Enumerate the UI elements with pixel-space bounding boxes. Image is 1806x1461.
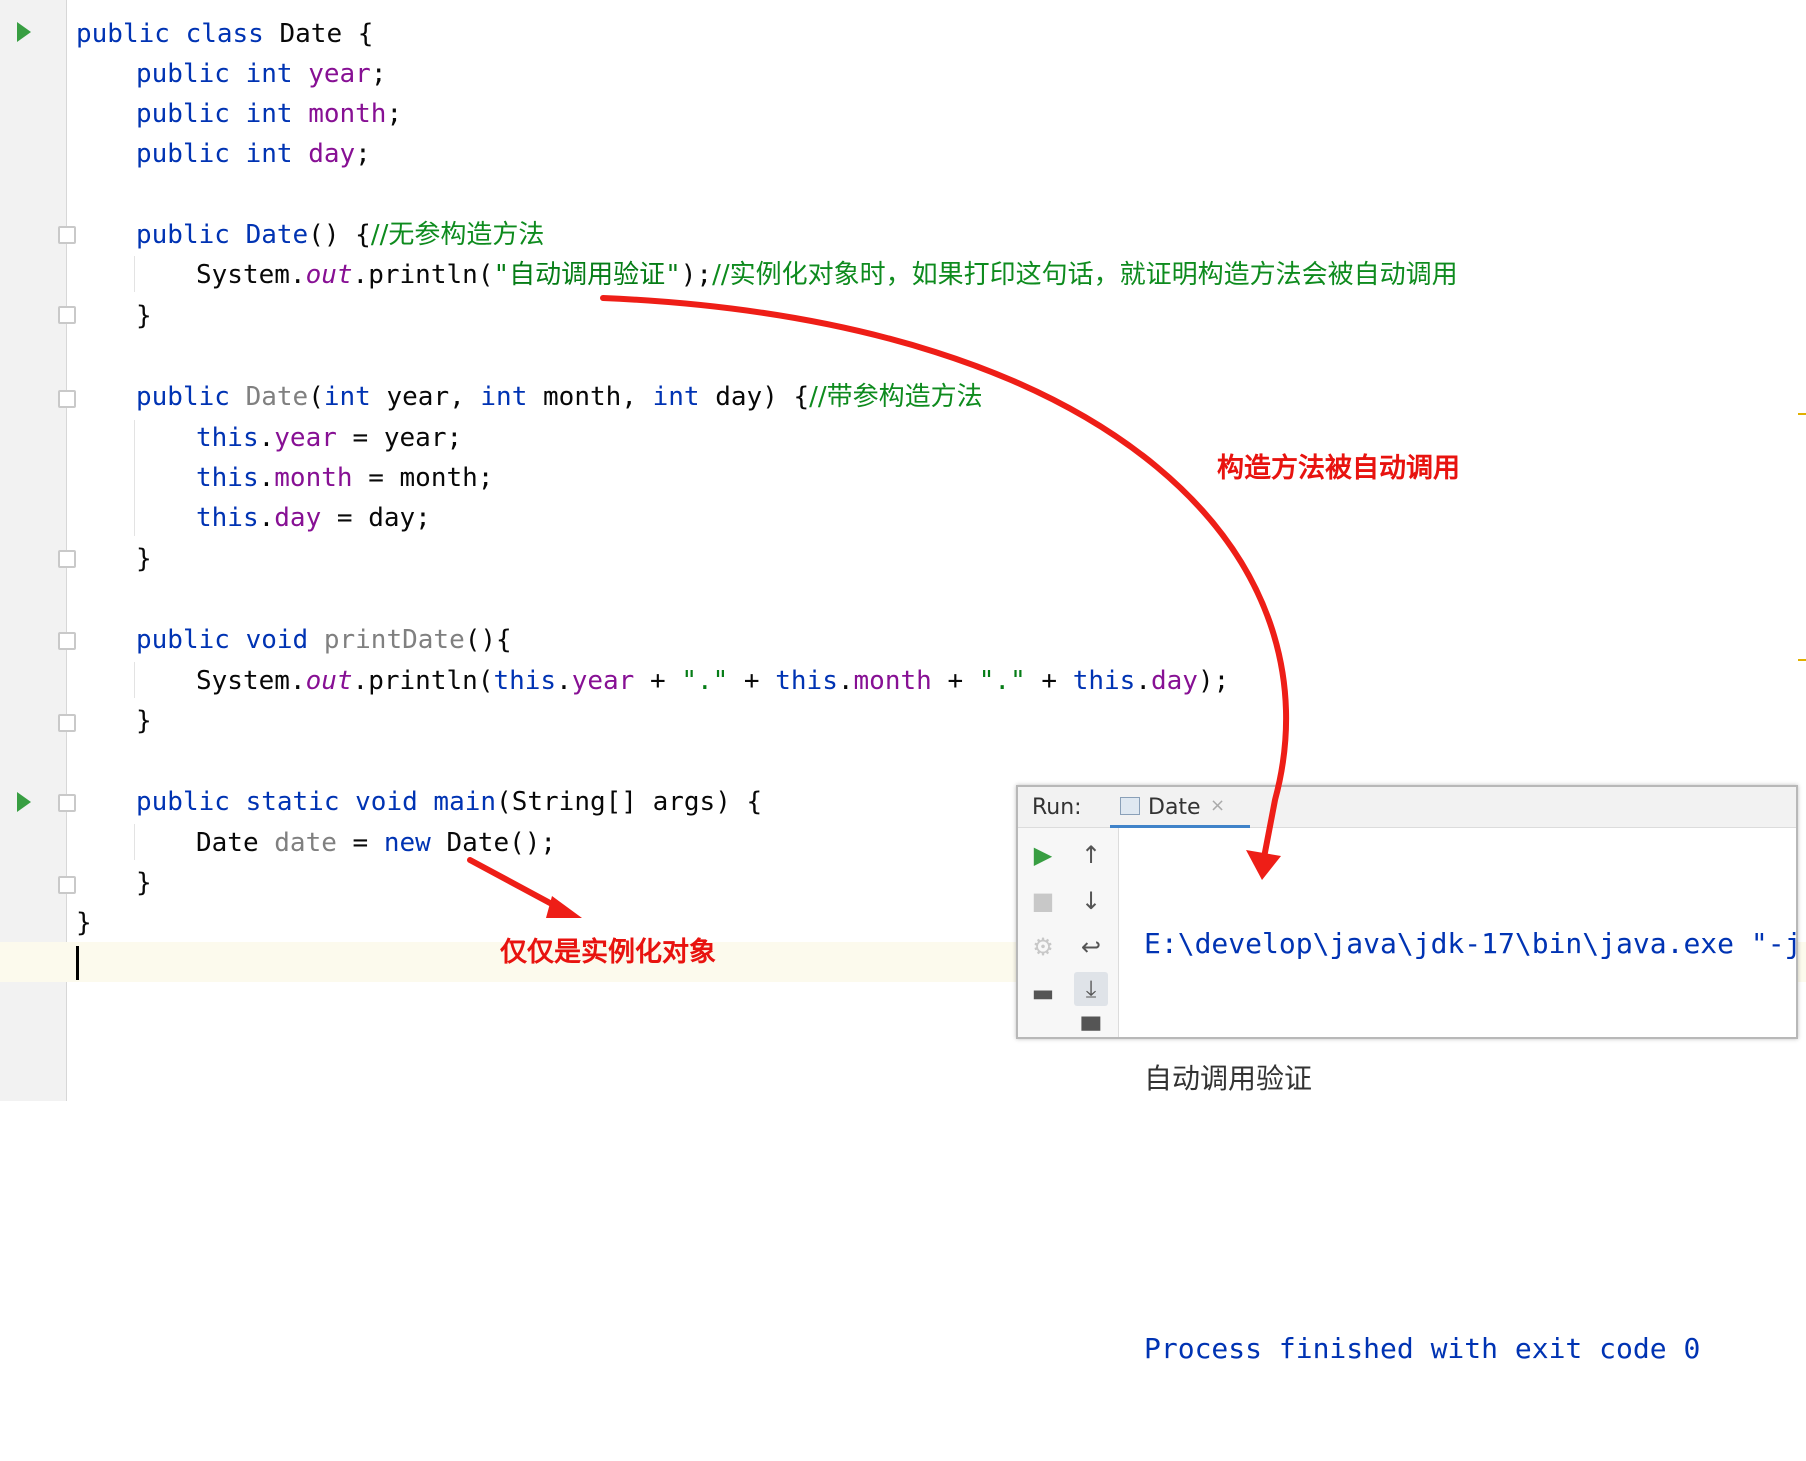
- annotation-arrows: [467, 295, 1290, 918]
- annotation-arrowhead: [1246, 850, 1281, 880]
- annotation-arrowhead: [546, 896, 582, 918]
- annotation-arrow-curve: [600, 295, 1290, 871]
- annotation-only-instantiate: 仅仅是实例化对象: [500, 937, 716, 968]
- annotation-constructor-called: 构造方法被自动调用: [1217, 453, 1460, 484]
- console-process-finished: Process finished with exit code 0: [1144, 1332, 1701, 1365]
- annotation-arrow-short: [467, 857, 566, 913]
